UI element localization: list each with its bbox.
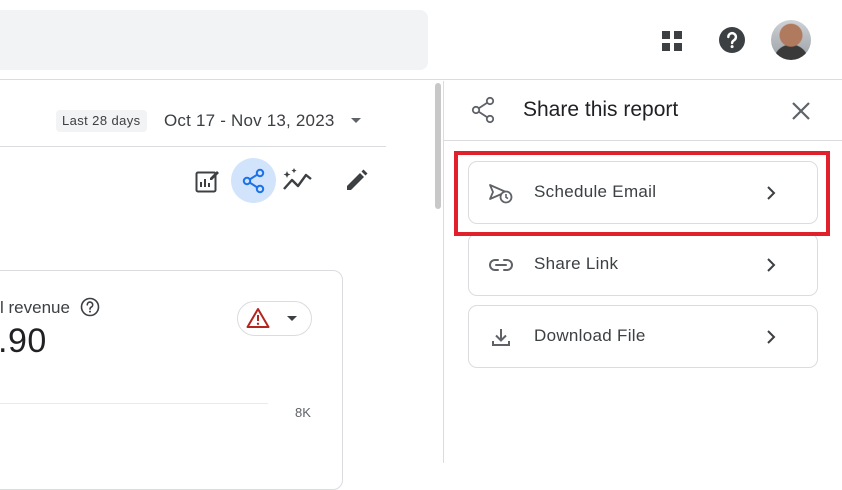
share-link-option[interactable]: Share Link bbox=[468, 233, 818, 296]
customize-report-icon[interactable] bbox=[192, 166, 222, 196]
chevron-right-icon bbox=[761, 183, 781, 203]
divider bbox=[443, 140, 842, 141]
schedule-email-icon bbox=[488, 180, 514, 206]
chevron-right-icon bbox=[761, 327, 781, 347]
download-icon bbox=[488, 324, 514, 350]
apps-grid-icon[interactable] bbox=[658, 27, 686, 55]
option-label: Share Link bbox=[534, 254, 619, 273]
chart-gridline bbox=[0, 403, 268, 404]
help-icon[interactable] bbox=[718, 26, 746, 54]
metric-label: l revenue bbox=[0, 298, 70, 317]
warning-icon bbox=[246, 307, 270, 329]
date-range-text[interactable]: Oct 17 - Nov 13, 2023 bbox=[164, 110, 335, 132]
option-label: Schedule Email bbox=[534, 182, 657, 201]
search-bar[interactable] bbox=[0, 10, 428, 70]
axis-tick-label: 8K bbox=[295, 405, 311, 420]
metric-value: .90 bbox=[0, 322, 47, 360]
share-icon bbox=[242, 168, 264, 193]
date-range-dropdown-icon[interactable] bbox=[351, 118, 361, 123]
chevron-right-icon bbox=[761, 255, 781, 275]
download-file-option[interactable]: Download File bbox=[468, 305, 818, 368]
chevron-down-icon bbox=[287, 316, 297, 321]
panel-title: Share this report bbox=[523, 98, 679, 121]
option-label: Download File bbox=[534, 326, 646, 345]
scrollbar-thumb[interactable] bbox=[435, 83, 441, 209]
edit-pencil-icon[interactable] bbox=[341, 166, 371, 196]
close-icon[interactable] bbox=[788, 98, 814, 124]
share-icon bbox=[469, 96, 497, 124]
insights-icon[interactable] bbox=[282, 166, 314, 196]
date-preset-chip[interactable]: Last 28 days bbox=[56, 110, 147, 132]
schedule-email-option[interactable]: Schedule Email bbox=[468, 161, 818, 224]
divider bbox=[0, 146, 386, 147]
account-avatar[interactable] bbox=[771, 20, 811, 60]
share-button[interactable] bbox=[231, 158, 276, 203]
link-icon bbox=[488, 252, 514, 278]
metric-help-icon[interactable] bbox=[80, 297, 100, 317]
